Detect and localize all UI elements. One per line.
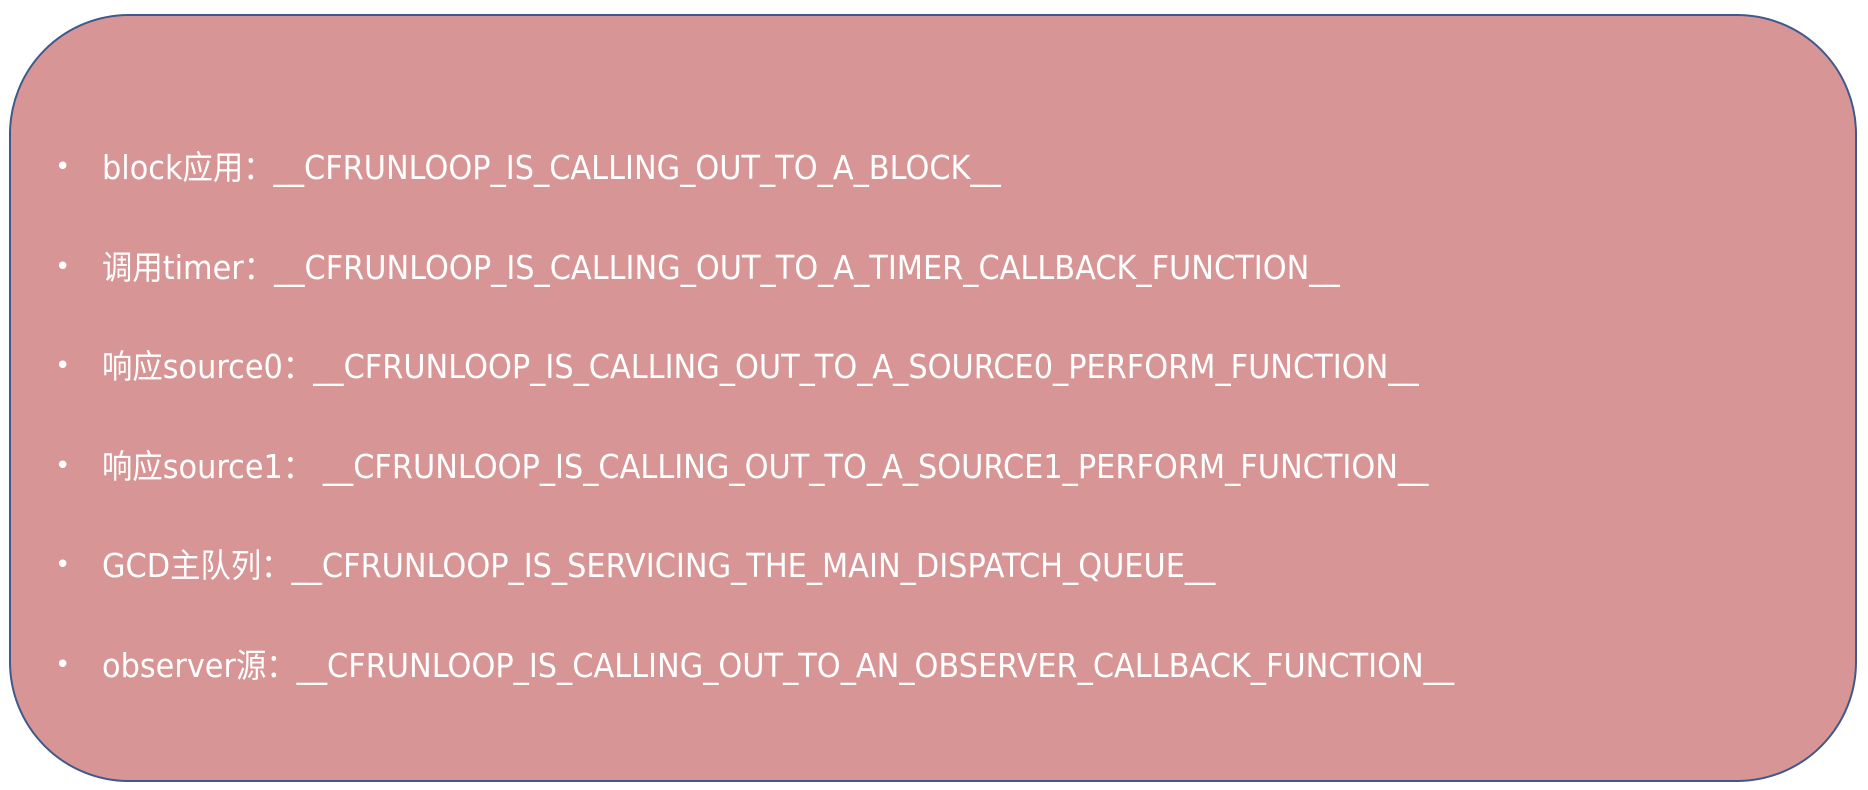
bullet-list: • block应用：__CFRUNLOOP_IS_CALLING_OUT_TO_…	[11, 118, 1855, 715]
list-item-timer: • 调用timer：__CFRUNLOOP_IS_CALLING_OUT_TO_…	[11, 218, 1855, 318]
bullet-icon: •	[55, 649, 71, 680]
list-item-text: observer源：__CFRUNLOOP_IS_CALLING_OUT_TO_…	[102, 645, 1455, 685]
list-item-text: block应用：__CFRUNLOOP_IS_CALLING_OUT_TO_A_…	[102, 148, 1001, 187]
list-item-source0: • 响应source0：__CFRUNLOOP_IS_CALLING_OUT_T…	[11, 317, 1855, 417]
list-item-text: 响应source0：__CFRUNLOOP_IS_CALLING_OUT_TO_…	[102, 347, 1419, 386]
bullet-icon: •	[55, 450, 71, 481]
list-item-source1: • 响应source1： __CFRUNLOOP_IS_CALLING_OUT_…	[11, 417, 1855, 517]
bullet-icon: •	[55, 351, 71, 381]
bullet-icon: •	[55, 251, 71, 282]
list-item-text: GCD主队列：__CFRUNLOOP_IS_SERVICING_THE_MAIN…	[102, 546, 1216, 585]
list-item-text: 响应source1： __CFRUNLOOP_IS_CALLING_OUT_TO…	[102, 446, 1429, 486]
rounded-panel: • block应用：__CFRUNLOOP_IS_CALLING_OUT_TO_…	[9, 14, 1857, 782]
list-item-gcd-main-queue: • GCD主队列：__CFRUNLOOP_IS_SERVICING_THE_MA…	[11, 516, 1855, 616]
bullet-icon: •	[55, 152, 71, 182]
list-item-observer: • observer源：__CFRUNLOOP_IS_CALLING_OUT_T…	[11, 616, 1855, 716]
bullet-icon: •	[55, 550, 71, 580]
list-item-block: • block应用：__CFRUNLOOP_IS_CALLING_OUT_TO_…	[11, 118, 1855, 218]
list-item-text: 调用timer：__CFRUNLOOP_IS_CALLING_OUT_TO_A_…	[102, 247, 1340, 287]
